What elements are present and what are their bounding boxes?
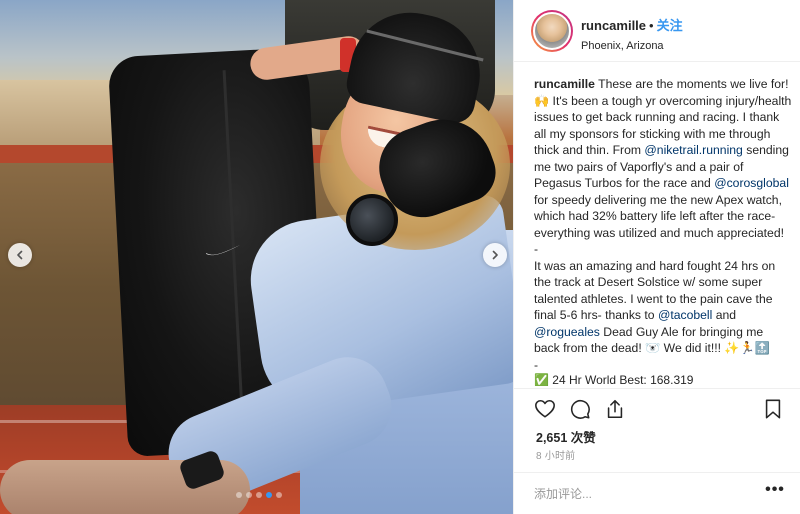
save-button[interactable] (762, 398, 786, 422)
mention-link[interactable]: @rogueales (534, 325, 600, 339)
carousel-dot (236, 492, 242, 498)
carousel-dot (276, 492, 282, 498)
like-button[interactable] (534, 398, 558, 422)
carousel-next-button[interactable] (483, 243, 507, 267)
post-author: runcamille • 关注 Phoenix, Arizona (581, 15, 683, 52)
like-count[interactable]: 2,651 次赞 (536, 427, 596, 446)
share-icon (607, 399, 623, 419)
share-button[interactable] (604, 398, 628, 422)
section-divider (514, 388, 800, 389)
carousel-dot (266, 492, 272, 498)
chevron-right-icon (492, 250, 498, 260)
carousel-dot (256, 492, 262, 498)
action-bar (534, 398, 789, 422)
caption-paragraph: runcamille These are the moments we live… (534, 76, 792, 241)
post-caption: runcamille These are the moments we live… (534, 76, 792, 386)
caption-text: for speedy delivering me the new Apex wa… (534, 192, 784, 240)
caption-text: and (712, 308, 737, 322)
chevron-left-icon (17, 250, 23, 260)
caption-text: It was an amazing and hard fought 24 hrs… (534, 258, 776, 323)
bookmark-icon (765, 399, 781, 419)
photo-runner-watch (346, 194, 398, 246)
more-options-button[interactable]: ••• (764, 481, 786, 503)
mention-link[interactable]: @niketrail.running (644, 143, 742, 157)
post-sidebar: runcamille • 关注 Phoenix, Arizona runcamill… (513, 0, 800, 514)
caption-dash: - (534, 242, 539, 256)
post-timestamp[interactable]: 8 小时前 (536, 447, 575, 462)
carousel-dot (246, 492, 252, 498)
carousel-prev-button[interactable] (8, 243, 32, 267)
mention-link[interactable]: @tacobell (658, 308, 712, 322)
username-link[interactable]: runcamille (581, 18, 646, 33)
comment-icon (570, 399, 590, 419)
avatar[interactable] (531, 10, 573, 52)
follow-button[interactable]: 关注 (657, 18, 683, 33)
avatar-image (533, 12, 571, 50)
caption-username[interactable]: runcamille (534, 77, 595, 91)
caption-text: ✅ 24 Hr World Best: 168.319 (534, 373, 694, 386)
post-photo[interactable] (0, 0, 513, 514)
separator-dot: • (649, 18, 654, 33)
location-link[interactable]: Phoenix, Arizona (581, 40, 683, 52)
nike-swoosh-icon (206, 245, 240, 256)
comment-input[interactable] (534, 485, 754, 503)
post-header: runcamille • 关注 Phoenix, Arizona (514, 0, 800, 62)
mention-link[interactable]: @corosglobal (714, 176, 789, 190)
heart-icon (535, 399, 555, 418)
comment-form: ••• (514, 472, 800, 514)
caption-paragraph: It was an amazing and hard fought 24 hrs… (534, 258, 792, 357)
caption-dash: - (534, 357, 539, 372)
carousel-dots (236, 492, 282, 498)
comment-button[interactable] (569, 398, 593, 422)
